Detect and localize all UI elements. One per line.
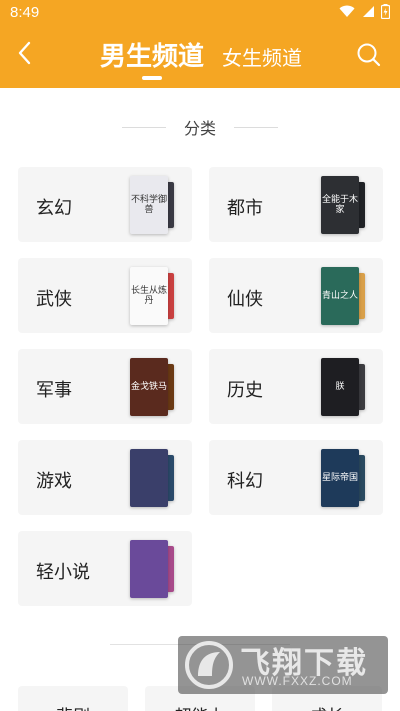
book-cover-title: 星际帝国 [321,473,358,483]
tag-card[interactable]: 悲剧 [18,686,128,711]
app-header: 8:49 男生频道 女生频道 [0,0,400,88]
book-cover-stack [130,540,174,598]
battery-icon [381,4,390,19]
book-cover-title: 金戈铁马 [130,382,167,392]
category-label: 军事 [36,380,72,401]
active-tab-indicator [142,76,162,80]
category-card[interactable]: 科幻 星际帝国 [209,440,383,515]
book-cover-front: 全能于木家 [321,176,359,234]
search-icon [356,42,382,72]
tag-label: 悲剧 [18,702,128,711]
book-cover-stack: 朕 [321,358,365,416]
signal-icon [361,5,375,18]
book-cover-stack: 金戈铁马 [130,358,174,416]
divider-line-right [234,126,278,128]
back-button[interactable] [8,38,42,72]
divider-line-left [121,126,166,128]
book-cover-title: 长生从炼丹 [130,286,167,306]
book-cover-front: 长生从炼丹 [130,267,168,325]
book-cover-front: 朕 [321,358,359,416]
category-card[interactable]: 游戏 [18,440,192,515]
wifi-icon [339,5,355,18]
category-label: 轻小说 [36,562,90,583]
status-bar: 8:49 [0,0,400,26]
book-cover-front: 不科学御兽 [130,176,168,234]
tab-male-channel[interactable]: 男生频道 [100,36,204,73]
category-card[interactable]: 轻小说 [18,531,192,606]
book-cover-title: 全能于木家 [321,195,358,215]
book-cover-front: 金戈铁马 [130,358,168,416]
category-label: 游戏 [36,471,72,492]
category-label: 武侠 [36,289,72,310]
category-label: 都市 [227,198,263,219]
book-cover-stack: 长生从炼丹 [130,267,174,325]
book-cover-front [130,449,168,507]
watermark-overlay: 飞翔下载 WWW.FXXZ.COM [178,636,388,694]
book-cover-stack: 星际帝国 [321,449,365,507]
channel-header: 男生频道 女生频道 [0,26,400,88]
status-icons [339,4,390,19]
chevron-left-icon [15,40,35,70]
book-cover-title: 朕 [335,382,345,392]
book-cover-stack: 不科学御兽 [130,176,174,234]
category-card[interactable]: 武侠 长生从炼丹 [18,258,192,333]
tab-female-channel[interactable]: 女生频道 [222,42,302,71]
search-button[interactable] [352,40,386,74]
category-label: 科幻 [227,471,263,492]
status-time: 8:49 [10,4,40,21]
category-card[interactable]: 历史 朕 [209,349,383,424]
tag-label: 成长 [272,702,382,711]
category-label: 玄幻 [36,198,72,219]
book-cover-title: 青山之人 [321,291,358,301]
book-cover-title: 不科学御兽 [130,195,167,215]
book-cover-front [130,540,168,598]
section-title-text: 分类 [183,119,216,138]
section-title-category: 分类 [0,112,400,142]
watermark-logo-icon [185,641,233,689]
tag-label: 超能力 [145,702,255,711]
book-cover-front: 青山之人 [321,267,359,325]
watermark-url: WWW.FXXZ.COM [242,674,353,688]
book-cover-stack: 青山之人 [321,267,365,325]
category-card[interactable]: 都市 全能于木家 [209,167,383,242]
book-cover-stack: 全能于木家 [321,176,365,234]
book-cover-stack [130,449,174,507]
category-card[interactable]: 仙侠 青山之人 [209,258,383,333]
category-label: 历史 [227,380,263,401]
book-cover-front: 星际帝国 [321,449,359,507]
category-card[interactable]: 军事 金戈铁马 [18,349,192,424]
category-card[interactable]: 玄幻 不科学御兽 [18,167,192,242]
category-label: 仙侠 [227,289,263,310]
